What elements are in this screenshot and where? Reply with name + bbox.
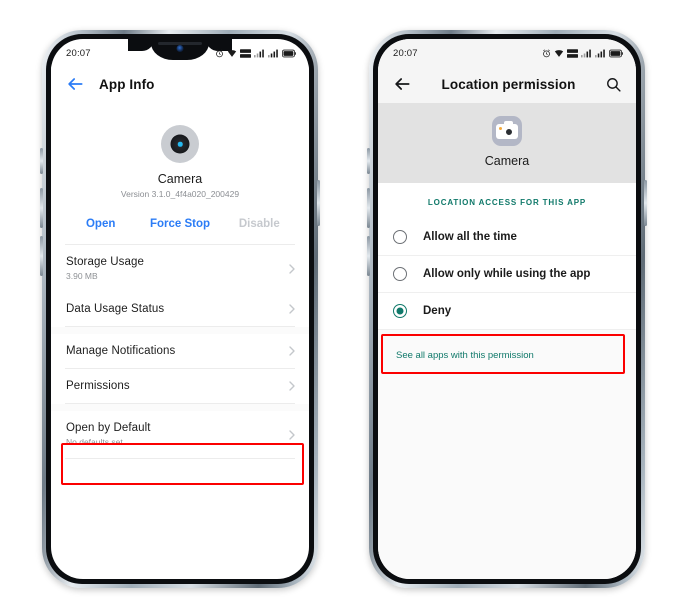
- phone-right: 20:07 Location permission Camera LOCATIO…: [367, 30, 647, 588]
- row-title: Permissions: [66, 380, 130, 392]
- back-arrow-icon[interactable]: [65, 74, 85, 94]
- camera-lens: [504, 128, 513, 136]
- phone-left-bezel: 20:07 App Info Camera Version 3.1.0_4f4a…: [46, 34, 314, 584]
- phone-right-bezel: 20:07 Location permission Camera LOCATIO…: [373, 34, 641, 584]
- page-title: App Info: [99, 76, 155, 92]
- wifi-icon: [227, 49, 237, 57]
- chevron-right-icon: [289, 346, 295, 356]
- app-hero: Camera Version 3.1.0_4f4a020_200429 Open…: [51, 103, 309, 244]
- option-label: Allow all the time: [423, 231, 517, 243]
- row-permissions[interactable]: Permissions: [51, 369, 309, 403]
- signal-bars-icon: [254, 49, 264, 57]
- phone-right-button-volume-up[interactable]: [367, 188, 370, 228]
- radio-button[interactable]: [393, 267, 407, 281]
- phone-left-button-volume-down[interactable]: [40, 236, 43, 276]
- row-subtitle: 3.90 MB: [66, 271, 98, 281]
- group-gap: [51, 327, 309, 334]
- phone-right-button-mute[interactable]: [367, 148, 370, 174]
- alarm-icon: [216, 48, 223, 57]
- battery-icon: [609, 49, 623, 57]
- camera-app-icon: [161, 125, 199, 163]
- screenshot-canvas: 20:07 App Info Camera Version 3.1.0_4f4a…: [0, 0, 675, 616]
- chevron-right-icon: [289, 429, 295, 440]
- row-open-by-default[interactable]: Open by Default No defaults set: [51, 411, 309, 458]
- row-subtitle: No defaults set: [66, 437, 123, 447]
- status-bar-right: 20:07: [378, 39, 636, 65]
- phone-left-button-volume-up[interactable]: [40, 188, 43, 228]
- app-version: Version 3.1.0_4f4a020_200429: [120, 189, 240, 199]
- camera-hump: [504, 121, 513, 126]
- back-arrow-icon[interactable]: [392, 74, 412, 94]
- status-bar-left: 20:07: [51, 39, 309, 65]
- phone-right-screen: 20:07 Location permission Camera LOCATIO…: [378, 39, 636, 579]
- status-bar-time: 20:07: [66, 47, 91, 59]
- signal-bars-icon: [581, 49, 591, 57]
- signal-bars-2-icon: [268, 49, 278, 57]
- chevron-right-icon: [289, 263, 295, 274]
- status-bar-icons: [215, 48, 296, 58]
- alarm-icon: [543, 48, 550, 57]
- search-icon[interactable]: [605, 76, 622, 93]
- volte-icon: [240, 48, 251, 58]
- phone-left: 20:07 App Info Camera Version 3.1.0_4f4a…: [40, 30, 320, 588]
- radio-button[interactable]: [393, 230, 407, 244]
- app-name: Camera: [157, 172, 203, 186]
- row-manage-notifications[interactable]: Manage Notifications: [51, 334, 309, 368]
- see-all-apps-link[interactable]: See all apps with this permission: [396, 350, 534, 361]
- phone-left-screen: 20:07 App Info Camera Version 3.1.0_4f4a…: [51, 39, 309, 579]
- disable-button: Disable: [238, 218, 280, 230]
- app-banner: Camera: [378, 103, 636, 183]
- row-title: Data Usage Status: [66, 303, 165, 315]
- phone-left-button-power[interactable]: [317, 180, 320, 226]
- row-storage-usage[interactable]: Storage Usage 3.90 MB: [51, 245, 309, 292]
- battery-icon: [282, 49, 296, 57]
- option-allow-while-using[interactable]: Allow only while using the app: [378, 256, 636, 292]
- divider: [65, 458, 295, 459]
- banner-app-name: Camera: [484, 154, 530, 168]
- row-title: Manage Notifications: [66, 345, 176, 357]
- status-bar-time: 20:07: [393, 47, 418, 59]
- chevron-right-icon: [289, 381, 295, 391]
- row-title: Open by Default: [66, 422, 151, 434]
- option-deny[interactable]: Deny: [378, 293, 636, 329]
- row-data-usage-status[interactable]: Data Usage Status: [51, 292, 309, 326]
- chevron-right-icon: [289, 304, 295, 314]
- status-bar-icons: [542, 48, 623, 58]
- option-label: Deny: [423, 305, 452, 317]
- option-allow-all-the-time[interactable]: Allow all the time: [378, 219, 636, 255]
- radio-button-selected[interactable]: [393, 304, 407, 318]
- camera-app-icon: [492, 116, 522, 146]
- section-header-location-access: LOCATION ACCESS FOR THIS APP: [378, 183, 636, 219]
- volte-icon: [567, 48, 578, 58]
- group-gap: [51, 404, 309, 411]
- phone-right-button-power[interactable]: [644, 180, 647, 226]
- signal-bars-2-icon: [595, 49, 605, 57]
- phone-right-button-volume-down[interactable]: [367, 236, 370, 276]
- page-title: Location permission: [441, 76, 576, 92]
- option-label: Allow only while using the app: [423, 268, 591, 280]
- force-stop-button[interactable]: Force Stop: [140, 218, 219, 230]
- app-bar-right: Location permission: [378, 65, 636, 103]
- wifi-icon: [554, 49, 564, 57]
- phone-left-button-mute[interactable]: [40, 148, 43, 174]
- camera-flash-dot: [498, 127, 502, 130]
- open-button[interactable]: Open: [61, 218, 140, 230]
- row-title: Storage Usage: [66, 256, 145, 268]
- see-all-apps-section: See all apps with this permission: [378, 330, 636, 378]
- app-bar-left: App Info: [51, 65, 309, 103]
- content-filler: [378, 378, 636, 579]
- action-button-row: Open Force Stop Disable: [51, 218, 309, 244]
